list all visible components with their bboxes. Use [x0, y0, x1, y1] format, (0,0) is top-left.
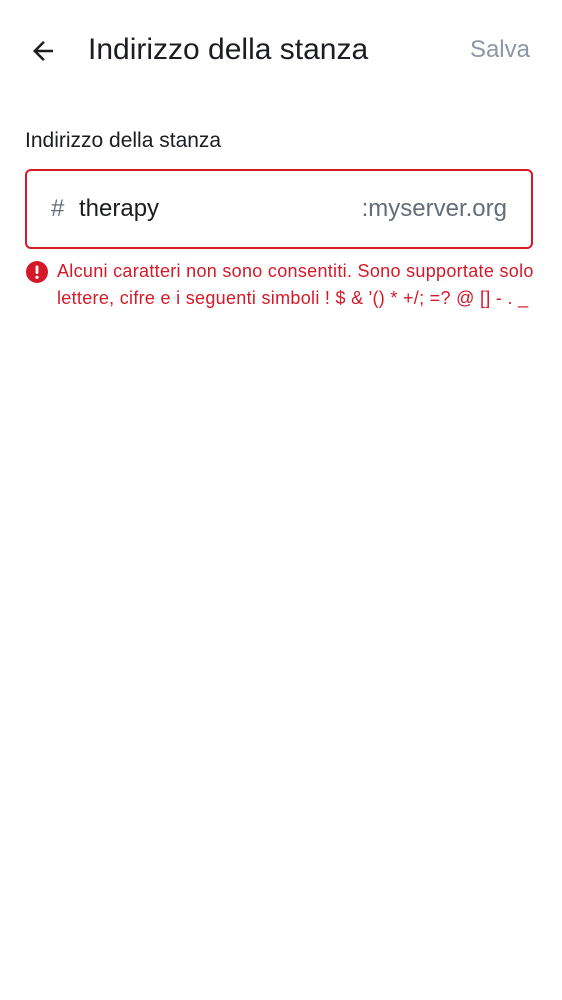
alias-input[interactable]: [79, 195, 362, 223]
top-app-bar: Indirizzo della stanza Salva: [0, 0, 562, 100]
server-suffix: :myserver.org: [361, 195, 507, 222]
room-address-screen: Indirizzo della stanza Salva Indirizzo d…: [0, 0, 562, 1000]
room-address-field[interactable]: # :myserver.org: [25, 169, 533, 249]
alias-prefix: #: [51, 195, 65, 222]
error-message: Alcuni caratteri non sono consentiti. So…: [57, 261, 534, 308]
error-icon: [26, 261, 48, 283]
arrow-left-icon: [33, 41, 53, 61]
page-title: Indirizzo della stanza: [88, 33, 369, 66]
address-field-label: Indirizzo della stanza: [25, 129, 222, 152]
error-message-row: Alcuni caratteri non sono consentiti. So…: [25, 258, 545, 312]
save-button[interactable]: Salva: [470, 33, 530, 67]
back-button[interactable]: [22, 30, 64, 72]
